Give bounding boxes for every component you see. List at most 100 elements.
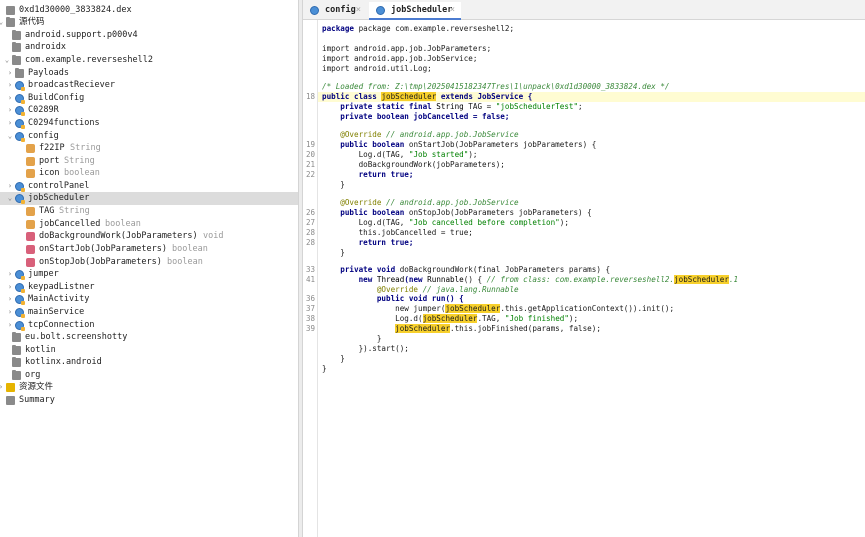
tree-item-label: MainActivity	[28, 294, 90, 304]
code-line: this.jobCancelled = true;	[322, 228, 473, 237]
chevron-right-icon[interactable]: ›	[6, 319, 14, 332]
tree-item-label: onStopJob(JobParameters)	[39, 257, 162, 267]
tree-item[interactable]: › jumper	[0, 268, 298, 281]
tree-item[interactable]: android.support.p000v4	[0, 29, 298, 42]
field-icon	[26, 220, 35, 229]
chevron-down-icon[interactable]: ⌄	[3, 54, 11, 67]
chevron-right-icon[interactable]: ›	[6, 180, 14, 193]
code-line: new Thread(new Runnable() { // from clas…	[322, 275, 739, 284]
line-number: 18	[305, 92, 315, 101]
tab-label: jobScheduler	[391, 5, 453, 15]
chevron-right-icon[interactable]: ›	[6, 104, 14, 117]
tree-item[interactable]: onStopJob(JobParameters) boolean	[0, 256, 298, 269]
tree-item-type: boolean	[172, 244, 208, 254]
chevron-down-icon[interactable]: ⌄	[0, 16, 5, 29]
code-line: public boolean onStopJob(JobParameters j…	[322, 208, 592, 217]
tree-item-label: androidx	[25, 42, 66, 52]
tree-item-label: config	[28, 131, 59, 141]
method-icon	[26, 245, 35, 254]
tree-item[interactable]: › keypadListner	[0, 281, 298, 294]
line-number: 19	[305, 140, 315, 149]
tree-item-label: tcpConnection	[28, 320, 95, 330]
tree-item[interactable]: icon boolean	[0, 167, 298, 180]
tree-item[interactable]: ⌄ 源代码	[0, 16, 298, 29]
code-line: Log.d(jobScheduler.TAG, "Job finished");	[322, 314, 579, 323]
project-tree[interactable]: 0xd1d30000_3833824.dex ⌄ 源代码 android.suppor…	[0, 0, 298, 537]
code-editor[interactable]: config × jobScheduler × 18 19 20 21 22 2…	[303, 0, 865, 537]
tree-item[interactable]: › controlPanel	[0, 180, 298, 193]
chevron-right-icon[interactable]: ›	[0, 381, 5, 394]
close-icon[interactable]: ×	[450, 2, 455, 19]
tree-item[interactable]: doBackgroundWork(JobParameters) void	[0, 230, 298, 243]
tree-item[interactable]: TAG String	[0, 205, 298, 218]
tree-item[interactable]: › Payloads	[0, 67, 298, 80]
tree-item[interactable]: onStartJob(JobParameters) boolean	[0, 243, 298, 256]
tab-jobscheduler[interactable]: jobScheduler ×	[369, 2, 461, 20]
class-icon	[376, 6, 385, 15]
line-number-gutter: 18 19 20 21 22 26 27 28 28 33 41 36 37 3…	[303, 20, 317, 537]
tree-item[interactable]: › mainService	[0, 306, 298, 319]
tree-item[interactable]: port String	[0, 155, 298, 168]
tree-item[interactable]: eu.bolt.screenshotty	[0, 331, 298, 344]
tree-item[interactable]: kotlin	[0, 344, 298, 357]
code-line: }	[322, 354, 345, 363]
tree-item[interactable]: 0xd1d30000_3833824.dex	[0, 4, 298, 17]
package-icon	[12, 30, 21, 40]
code-line: }	[322, 364, 327, 373]
tree-item[interactable]: kotlinx.android	[0, 356, 298, 369]
tree-item[interactable]: jobCancelled boolean	[0, 218, 298, 231]
tree-item[interactable]: f22IP String	[0, 142, 298, 155]
tree-item-label: 资源文件	[19, 382, 54, 392]
chevron-right-icon[interactable]: ›	[6, 79, 14, 92]
class-icon	[15, 194, 25, 204]
package-icon	[15, 68, 24, 78]
tree-item[interactable]: › C0289R	[0, 104, 298, 117]
code-line: public void run() {	[322, 294, 464, 303]
chevron-right-icon[interactable]: ›	[6, 281, 14, 294]
chevron-right-icon[interactable]: ›	[6, 92, 14, 105]
tree-item-label: android.support.p000v4	[25, 30, 138, 40]
chevron-right-icon[interactable]: ›	[6, 117, 14, 130]
line-number: 38	[305, 314, 315, 323]
tree-item-label: broadcastReciever	[28, 80, 115, 90]
search-highlight: jobScheduler	[422, 314, 478, 323]
chevron-down-icon[interactable]: ⌄	[6, 192, 14, 205]
chevron-right-icon[interactable]: ›	[6, 67, 14, 80]
class-icon	[15, 321, 25, 331]
line-number: 33	[305, 265, 315, 274]
close-icon[interactable]: ×	[356, 2, 361, 19]
tab-config[interactable]: config ×	[303, 2, 367, 20]
class-icon	[15, 308, 25, 318]
tree-item-label: onStartJob(JobParameters)	[39, 244, 167, 254]
tree-item[interactable]: › tcpConnection	[0, 319, 298, 332]
tree-item[interactable]: › MainActivity	[0, 293, 298, 306]
tree-item-label: doBackgroundWork(JobParameters)	[39, 231, 198, 241]
tree-item[interactable]: ⌄ config	[0, 130, 298, 143]
tree-item-label: 0xd1d30000_3833824.dex	[19, 5, 132, 15]
tree-item[interactable]: › broadcastReciever	[0, 79, 298, 92]
chevron-right-icon[interactable]: ›	[6, 293, 14, 306]
tree-item-label: jumper	[28, 269, 59, 279]
code-line: package package com.example.reverseshell…	[322, 24, 515, 33]
tree-item[interactable]: › C0294functions	[0, 117, 298, 130]
tree-item[interactable]: › BuildConfig	[0, 92, 298, 105]
chevron-right-icon[interactable]: ›	[6, 268, 14, 281]
field-icon	[26, 207, 35, 216]
chevron-right-icon[interactable]: ›	[6, 306, 14, 319]
code-text-area[interactable]: package package com.example.reverseshell…	[317, 20, 865, 537]
tree-item-label: 源代码	[19, 17, 45, 27]
code-line: return true;	[322, 170, 414, 179]
chevron-down-icon[interactable]: ⌄	[6, 130, 14, 143]
field-icon	[26, 157, 35, 166]
tree-item[interactable]: org	[0, 369, 298, 382]
tree-item-label: icon	[39, 168, 60, 178]
tree-item[interactable]: Summary	[0, 394, 298, 407]
tree-item[interactable]: ⌄ com.example.reverseshell2	[0, 54, 298, 67]
tree-item[interactable]: androidx	[0, 41, 298, 54]
tree-item[interactable]: ⌄ jobScheduler	[0, 192, 298, 205]
line-number: 41	[305, 275, 315, 284]
class-icon	[15, 270, 25, 280]
tree-item[interactable]: › 资源文件	[0, 381, 298, 394]
line-number: 27	[305, 218, 315, 227]
package-icon	[12, 345, 21, 355]
